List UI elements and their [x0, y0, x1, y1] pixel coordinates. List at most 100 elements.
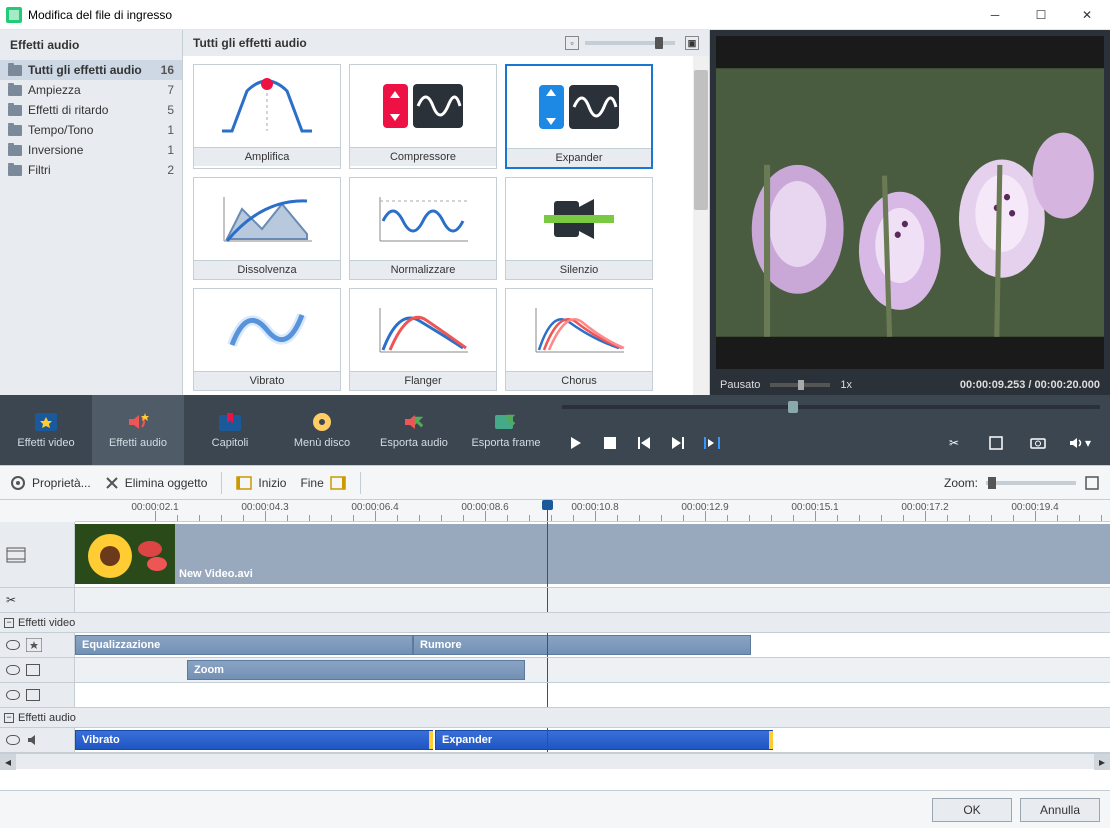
effect-label: Flanger — [350, 371, 496, 390]
clip-vibrato[interactable]: Vibrato — [75, 730, 433, 750]
section-audio-effects[interactable]: − Effetti audio — [0, 708, 1110, 728]
film-star-icon — [33, 411, 59, 433]
stop-button[interactable] — [596, 431, 624, 455]
timeline-ruler[interactable]: 00:00:02.100:00:04.300:00:06.400:00:08.6… — [75, 500, 1110, 522]
video-preview[interactable] — [716, 36, 1104, 369]
film-icon — [6, 547, 26, 563]
sidebar-item-filtri[interactable]: Filtri 2 — [0, 160, 182, 180]
close-button[interactable]: ✕ — [1064, 0, 1110, 30]
sidebar-item-label: Effetti di ritardo — [28, 103, 108, 117]
button-label: Elimina oggetto — [125, 476, 208, 490]
button-label: Fine — [300, 476, 323, 490]
next-frame-button[interactable] — [664, 431, 692, 455]
effect-expander[interactable]: Expander — [505, 64, 653, 169]
effect-chorus[interactable]: Chorus — [505, 288, 653, 391]
effect-compressore[interactable]: Compressore — [349, 64, 497, 169]
effect-silenzio[interactable]: Silenzio — [505, 177, 653, 280]
effect-label: Compressore — [350, 147, 496, 166]
tab-audio-effects[interactable]: Effetti audio — [92, 395, 184, 465]
fullscreen-button[interactable] — [982, 431, 1010, 455]
tab-label: Esporta frame — [471, 437, 540, 449]
prev-frame-button[interactable] — [630, 431, 658, 455]
sidebar-item-label: Ampiezza — [28, 83, 81, 97]
tab-export-frame[interactable]: Esporta frame — [460, 395, 552, 465]
tab-video-effects[interactable]: Effetti video — [0, 395, 92, 465]
clip-zoom[interactable]: Zoom — [187, 660, 525, 680]
tab-export-audio[interactable]: Esporta audio — [368, 395, 460, 465]
collapse-icon[interactable]: − — [4, 713, 14, 723]
folder-icon — [8, 145, 22, 156]
sidebar-item-all[interactable]: Tutti gli effetti audio 16 — [0, 60, 182, 80]
clip-equalizzazione[interactable]: Equalizzazione — [75, 635, 413, 655]
delete-object-button[interactable]: Elimina oggetto — [105, 476, 208, 490]
eye-icon[interactable] — [6, 735, 20, 745]
sidebar-item-ampiezza[interactable]: Ampiezza 7 — [0, 80, 182, 100]
sidebar-item-count: 2 — [167, 163, 174, 177]
export-frame-icon — [493, 411, 519, 433]
eye-icon[interactable] — [6, 690, 20, 700]
speed-label: 1x — [840, 379, 852, 391]
clip-expander[interactable]: Expander — [435, 730, 773, 750]
speed-slider[interactable] — [770, 383, 830, 387]
scroll-left-arrow[interactable]: ◂ — [0, 754, 16, 770]
cancel-button[interactable]: Annulla — [1020, 798, 1100, 822]
eye-icon[interactable] — [6, 640, 20, 650]
collapse-icon[interactable]: − — [4, 618, 14, 628]
ok-button[interactable]: OK — [932, 798, 1012, 822]
sidebar-item-ritardo[interactable]: Effetti di ritardo 5 — [0, 100, 182, 120]
effect-dissolvenza[interactable]: Dissolvenza — [193, 177, 341, 280]
scissors-button[interactable]: ✂ — [940, 431, 968, 455]
sidebar-item-inversione[interactable]: Inversione 1 — [0, 140, 182, 160]
view-small-button[interactable]: ▫ — [565, 36, 579, 50]
video-fx-track-2: Zoom — [0, 658, 1110, 683]
mark-end-button[interactable]: Fine — [300, 475, 345, 491]
playback-controls: ✂ ▾ — [552, 395, 1110, 465]
speaker-icon[interactable] — [26, 733, 42, 747]
preview-panel: Pausato 1x 00:00:09.253 / 00:00:20.000 — [710, 30, 1110, 395]
tab-label: Capitoli — [212, 437, 249, 449]
effect-vibrato[interactable]: Vibrato — [193, 288, 341, 391]
film-icon[interactable] — [26, 689, 40, 701]
playhead[interactable] — [547, 500, 548, 521]
mark-start-button[interactable]: Inizio — [236, 475, 286, 491]
timeline-zoom-slider[interactable] — [986, 481, 1076, 485]
clip-rumore[interactable]: Rumore — [413, 635, 751, 655]
maximize-button[interactable]: ☐ — [1018, 0, 1064, 30]
properties-button[interactable]: Proprietà... — [10, 475, 91, 491]
gear-icon — [10, 475, 26, 491]
seek-slider[interactable] — [562, 405, 1100, 409]
video-clip-thumbnail[interactable] — [75, 524, 175, 584]
gallery-scrollbar[interactable] — [693, 56, 709, 395]
sidebar-item-label: Inversione — [28, 143, 83, 157]
effect-amplifica[interactable]: Amplifica — [193, 64, 341, 169]
window-title: Modifica del file di ingresso — [28, 8, 172, 22]
view-large-button[interactable]: ▣ — [685, 36, 699, 50]
disc-icon — [309, 411, 335, 433]
section-video-effects[interactable]: − Effetti video — [0, 613, 1110, 633]
thumbnail-size-slider[interactable] — [585, 41, 675, 45]
effect-normalizzare[interactable]: Normalizzare — [349, 177, 497, 280]
button-label: Proprietà... — [32, 476, 91, 490]
x-icon — [105, 476, 119, 490]
bookmark-icon — [217, 411, 243, 433]
timeline-h-scrollbar[interactable]: ◂ ▸ — [0, 753, 1110, 769]
film-icon[interactable] — [26, 664, 40, 676]
snapshot-button[interactable] — [1024, 431, 1052, 455]
tab-disc-menu[interactable]: Menù disco — [276, 395, 368, 465]
export-audio-icon — [401, 411, 427, 433]
volume-button[interactable]: ▾ — [1066, 431, 1094, 455]
tab-chapters[interactable]: Capitoli — [184, 395, 276, 465]
minimize-button[interactable]: ─ — [972, 0, 1018, 30]
sidebar-item-tempo[interactable]: Tempo/Tono 1 — [0, 120, 182, 140]
sidebar-item-count: 16 — [161, 63, 174, 77]
effects-sidebar: Effetti audio Tutti gli effetti audio 16… — [0, 30, 183, 395]
scroll-right-arrow[interactable]: ▸ — [1094, 754, 1110, 770]
folder-icon — [8, 65, 22, 76]
play-button[interactable] — [562, 431, 590, 455]
loop-button[interactable] — [698, 431, 726, 455]
film-star-icon[interactable] — [26, 638, 42, 652]
effect-flanger[interactable]: Flanger — [349, 288, 497, 391]
video-clip[interactable]: New Video.avi — [175, 524, 1110, 584]
eye-icon[interactable] — [6, 665, 20, 675]
fit-zoom-icon[interactable] — [1084, 475, 1100, 491]
